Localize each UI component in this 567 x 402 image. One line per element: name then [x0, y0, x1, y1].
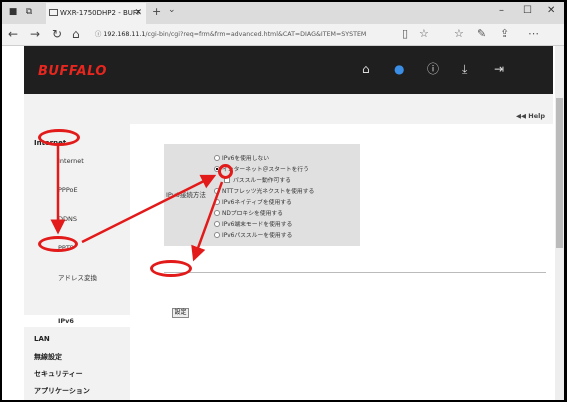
- sidebar: Internet Internet PPPoE DDNS PPTP アドレス変換…: [24, 124, 130, 400]
- buffalo-logo: BUFFALO: [38, 64, 107, 79]
- nav-ipv6-active-bg: [24, 315, 130, 327]
- download-icon[interactable]: ⤓: [462, 62, 467, 76]
- close-window-icon[interactable]: ✕: [547, 5, 555, 16]
- ipv6-option-passthrough[interactable]: IPv6パススルーを使用する: [214, 230, 292, 239]
- annotation-ellipse-radio: [218, 164, 233, 179]
- browser-window: ■ ⧉ WXR-1750DHP2 - BUFF ✕ + ⌄ – ☐ ✕ ← → …: [2, 2, 564, 400]
- tab-bar: ■ ⧉ WXR-1750DHP2 - BUFF ✕ + ⌄ – ☐ ✕: [2, 2, 564, 24]
- help-link[interactable]: ◀◀ Help: [516, 112, 545, 120]
- ipv6-option-ntt-flets[interactable]: NTTフレッツ光ネクストを使用する: [214, 186, 314, 195]
- tab-preview-icon[interactable]: ⧉: [24, 7, 34, 17]
- radio-icon[interactable]: [214, 232, 220, 238]
- content-panel: IPv6接続方法 IPv6を使用しない インターネット＠スタートを行う パススル…: [130, 124, 553, 400]
- ipv6-method-label: IPv6接続方法: [166, 191, 206, 199]
- nav-security[interactable]: セキュリティー: [34, 369, 83, 379]
- logout-icon[interactable]: ⇥: [494, 62, 504, 76]
- refresh-icon[interactable]: ↻: [52, 27, 62, 41]
- nav-sub-ipv6[interactable]: IPv6: [58, 317, 74, 325]
- info-icon[interactable]: ⓘ: [427, 62, 439, 76]
- maximize-icon[interactable]: ☐: [523, 5, 532, 16]
- reading-view-icon[interactable]: ▯: [402, 27, 408, 40]
- nav-sub-internet[interactable]: Internet: [58, 157, 84, 165]
- minimize-icon[interactable]: –: [499, 5, 504, 16]
- url-host: 192.168.11.1: [103, 31, 146, 38]
- favorites-icon[interactable]: ☆: [454, 27, 464, 40]
- router-header: BUFFALO ⌂ ● ⓘ ⤓ ⇥: [24, 46, 553, 94]
- browser-tab[interactable]: WXR-1750DHP2 - BUFF ✕: [46, 3, 146, 24]
- forward-icon[interactable]: →: [30, 27, 40, 41]
- more-icon[interactable]: ⋯: [528, 27, 539, 40]
- globe-icon[interactable]: ●: [394, 62, 404, 76]
- nav-sub-pppoe[interactable]: PPPoE: [58, 186, 78, 194]
- new-tab-button[interactable]: +: [152, 5, 161, 18]
- apply-button[interactable]: 設定: [172, 308, 189, 318]
- nav-sub-ddns[interactable]: DDNS: [58, 215, 77, 223]
- home-icon[interactable]: ⌂: [362, 62, 370, 76]
- radio-icon[interactable]: [214, 221, 220, 227]
- nav-sub-nat[interactable]: アドレス変換: [58, 272, 97, 282]
- url-path: /cgi-bin/cgi?req=frm&frm=advanced.html&C…: [145, 31, 367, 38]
- nav-applications[interactable]: アプリケーション: [34, 386, 90, 396]
- home-icon[interactable]: ⌂: [72, 27, 80, 41]
- star-icon[interactable]: ☆: [419, 27, 429, 40]
- nav-lan[interactable]: LAN: [34, 335, 50, 343]
- radio-icon[interactable]: [214, 210, 220, 216]
- close-tab-icon[interactable]: ✕: [134, 8, 142, 18]
- ipv6-option-disable[interactable]: IPv6を使用しない: [214, 153, 269, 162]
- annotation-ellipse-apply: [150, 260, 192, 277]
- share-icon[interactable]: ⇪: [500, 27, 509, 40]
- nav-wireless[interactable]: 無線設定: [34, 352, 62, 362]
- passthrough-checkbox[interactable]: パススルー動作可する: [224, 175, 291, 184]
- vertical-scrollbar[interactable]: [555, 46, 564, 400]
- annotation-ellipse-ipv6: [38, 236, 78, 252]
- ipv6-option-native[interactable]: IPv6ネイティブを使用する: [214, 197, 292, 206]
- scrollbar-thumb[interactable]: [556, 98, 563, 248]
- router-page: BUFFALO ⌂ ● ⓘ ⤓ ⇥ ◀◀ Help Internet Inter…: [24, 46, 553, 400]
- ipv6-option-nd-proxy[interactable]: NDプロキシを使用する: [214, 208, 283, 217]
- page-icon: [49, 9, 58, 16]
- divider: [164, 272, 546, 273]
- radio-icon[interactable]: [214, 199, 220, 205]
- radio-icon[interactable]: [214, 188, 220, 194]
- radio-icon[interactable]: [214, 155, 220, 161]
- tab-title: WXR-1750DHP2 - BUFF: [60, 9, 141, 17]
- tab-dropdown-icon[interactable]: ⌄: [168, 5, 176, 15]
- ipv6-option-terminal-mode[interactable]: IPv6端末モードを使用する: [214, 219, 292, 228]
- back-icon[interactable]: ←: [8, 27, 18, 41]
- annotation-ellipse-internet: [38, 129, 80, 146]
- url-field[interactable]: ⓘ 192.168.11.1/cgi-bin/cgi?req=frm&frm=a…: [95, 28, 395, 42]
- address-bar: ← → ↻ ⌂ ⓘ 192.168.11.1/cgi-bin/cgi?req=f…: [2, 24, 564, 46]
- pen-icon[interactable]: ✎: [477, 27, 486, 40]
- tab-icon[interactable]: ■: [8, 7, 18, 17]
